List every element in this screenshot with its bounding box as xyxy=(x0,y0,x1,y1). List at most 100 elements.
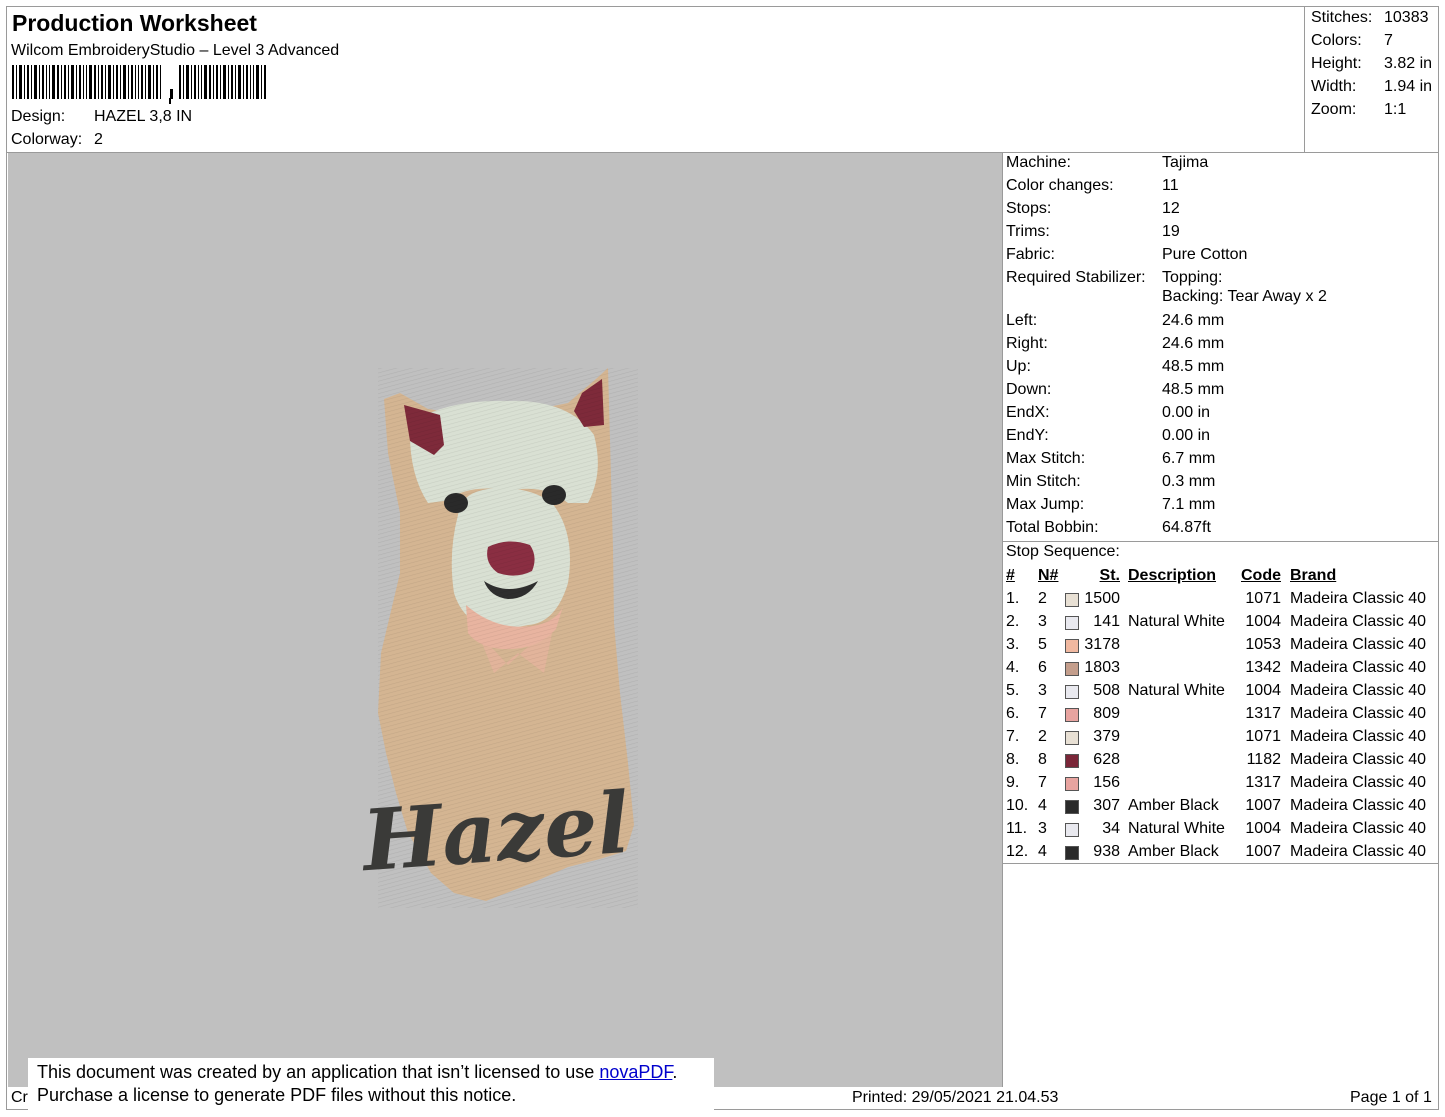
col-header-brand: Brand xyxy=(1290,567,1337,584)
row-index: 11. xyxy=(1006,820,1028,837)
row-index: 10. xyxy=(1006,797,1029,814)
row-index: 4. xyxy=(1006,659,1020,676)
row-needle: 6 xyxy=(1038,659,1047,676)
col-header-index: # xyxy=(1006,567,1015,584)
col-header-stitches: St. xyxy=(1099,567,1120,584)
row-description: Natural White xyxy=(1128,682,1225,699)
row-stitches: 1500 xyxy=(1084,590,1120,607)
row-brand: Madeira Classic 40 xyxy=(1290,659,1427,676)
row-brand: Madeira Classic 40 xyxy=(1290,705,1427,722)
row-stitches: 938 xyxy=(1093,843,1120,860)
design-label: Design: xyxy=(11,108,66,125)
row-brand: Madeira Classic 40 xyxy=(1290,590,1427,607)
stop-sequence-row: 12. 4 938 Amber Black 1007 Madeira Classic 40 xyxy=(1006,843,1438,865)
stop-sequence-divider xyxy=(1003,541,1438,542)
row-brand: Madeira Classic 40 xyxy=(1290,820,1427,837)
stop-sequence-row: 4. 6 1803 1342 Madeira Classic 40 xyxy=(1006,659,1438,681)
col-header-description: Description xyxy=(1128,567,1217,584)
row-description: Amber Black xyxy=(1128,843,1219,860)
thread-color-swatch xyxy=(1065,754,1079,768)
row-stitches: 628 xyxy=(1093,751,1120,768)
row-stitches: 307 xyxy=(1093,797,1120,814)
row-needle: 4 xyxy=(1038,843,1047,860)
row-needle: 2 xyxy=(1038,590,1047,607)
stop-sequence-row: 7. 2 379 1071 Madeira Classic 40 xyxy=(1006,728,1438,750)
row-brand: Madeira Classic 40 xyxy=(1290,682,1427,699)
row-stitches: 34 xyxy=(1102,820,1120,837)
thread-color-swatch xyxy=(1065,708,1079,722)
row-code: 1004 xyxy=(1245,820,1281,837)
row-stitches: 156 xyxy=(1093,774,1120,791)
stop-sequence-row: 9. 7 156 1317 Madeira Classic 40 xyxy=(1006,774,1438,796)
license-notice: This document was created by an applicat… xyxy=(28,1058,714,1112)
stop-sequence-title: Stop Sequence: xyxy=(1006,543,1120,560)
row-needle: 8 xyxy=(1038,751,1047,768)
row-index: 7. xyxy=(1006,728,1020,745)
row-code: 1317 xyxy=(1245,774,1281,791)
stat-colors: Colors: 7 xyxy=(1311,32,1393,49)
row-index: 6. xyxy=(1006,705,1020,722)
license-notice-line1: This document was created by an applicat… xyxy=(37,1062,678,1082)
colorway-label: Colorway: xyxy=(11,131,83,148)
row-index: 8. xyxy=(1006,751,1020,768)
thread-color-swatch xyxy=(1065,639,1079,653)
barcode-image xyxy=(12,65,266,104)
row-index: 9. xyxy=(1006,774,1020,791)
row-index: 5. xyxy=(1006,682,1020,699)
row-stitches: 809 xyxy=(1093,705,1120,722)
row-brand: Madeira Classic 40 xyxy=(1290,636,1427,653)
page-title: Production Worksheet xyxy=(12,10,257,36)
thread-color-swatch xyxy=(1065,731,1079,745)
row-brand: Madeira Classic 40 xyxy=(1290,613,1427,630)
thread-color-swatch xyxy=(1065,593,1079,607)
row-brand: Madeira Classic 40 xyxy=(1290,843,1427,860)
row-index: 3. xyxy=(1006,636,1020,653)
thread-color-swatch xyxy=(1065,800,1079,814)
col-header-code: Code xyxy=(1241,567,1281,584)
stats-divider xyxy=(1304,7,1306,152)
row-stitches: 508 xyxy=(1093,682,1120,699)
row-needle: 7 xyxy=(1038,774,1047,791)
colorway-value: 2 xyxy=(94,131,103,148)
row-brand: Madeira Classic 40 xyxy=(1290,774,1427,791)
printed-timestamp: Printed: 29/05/2021 21.04.53 xyxy=(852,1089,1059,1106)
row-code: 1053 xyxy=(1245,636,1281,653)
thread-color-swatch xyxy=(1065,777,1079,791)
row-index: 12. xyxy=(1006,843,1029,860)
thread-color-swatch xyxy=(1065,846,1079,860)
design-value: HAZEL 3,8 IN xyxy=(94,108,193,125)
license-notice-line2: Purchase a license to generate PDF files… xyxy=(37,1085,517,1105)
row-needle: 5 xyxy=(1038,636,1047,653)
row-code: 1004 xyxy=(1245,613,1281,630)
stat-height: Height: 3.82 in xyxy=(1311,55,1433,72)
row-brand: Madeira Classic 40 xyxy=(1290,751,1427,768)
row-needle: 3 xyxy=(1038,613,1047,630)
row-description: Natural White xyxy=(1128,820,1225,837)
row-stitches: 1803 xyxy=(1084,659,1120,676)
row-code: 1317 xyxy=(1245,705,1281,722)
novapdf-link[interactable]: novaPDF xyxy=(599,1062,672,1082)
row-needle: 3 xyxy=(1038,820,1047,837)
stop-sequence-row: 6. 7 809 1317 Madeira Classic 40 xyxy=(1006,705,1438,727)
row-stitches: 3178 xyxy=(1084,636,1120,653)
row-code: 1071 xyxy=(1245,728,1281,745)
thread-color-swatch xyxy=(1065,616,1079,630)
embroidery-design-image: Hazel xyxy=(357,368,638,908)
stop-sequence-row: 10. 4 307 Amber Black 1007 Madeira Classic 40 xyxy=(1006,797,1438,819)
row-code: 1182 xyxy=(1246,751,1281,768)
stop-sequence-row: 11. 3 34 Natural White 1004 Madeira Classic 4… xyxy=(1006,820,1438,842)
row-code: 1071 xyxy=(1245,590,1281,607)
stop-sequence-row: 2. 3 141 Natural White 1004 Madeira Classic 4… xyxy=(1006,613,1438,635)
col-header-needle: N# xyxy=(1038,567,1059,584)
row-description: Natural White xyxy=(1128,613,1225,630)
design-preview: Hazel xyxy=(8,153,1003,1087)
row-brand: Madeira Classic 40 xyxy=(1290,728,1427,745)
stop-sequence-row: 3. 5 3178 1053 Madeira Classic 40 xyxy=(1006,636,1438,658)
page-number: Page 1 of 1 xyxy=(1350,1089,1432,1106)
row-stitches: 379 xyxy=(1093,728,1120,745)
row-description: Amber Black xyxy=(1128,797,1219,814)
stop-sequence-row: 1. 2 1500 1071 Madeira Classic 40 xyxy=(1006,590,1438,612)
stop-sequence-row: 5. 3 508 Natural White 1004 Madeira Classic 4… xyxy=(1006,682,1438,704)
row-needle: 4 xyxy=(1038,797,1047,814)
thread-color-swatch xyxy=(1065,685,1079,699)
